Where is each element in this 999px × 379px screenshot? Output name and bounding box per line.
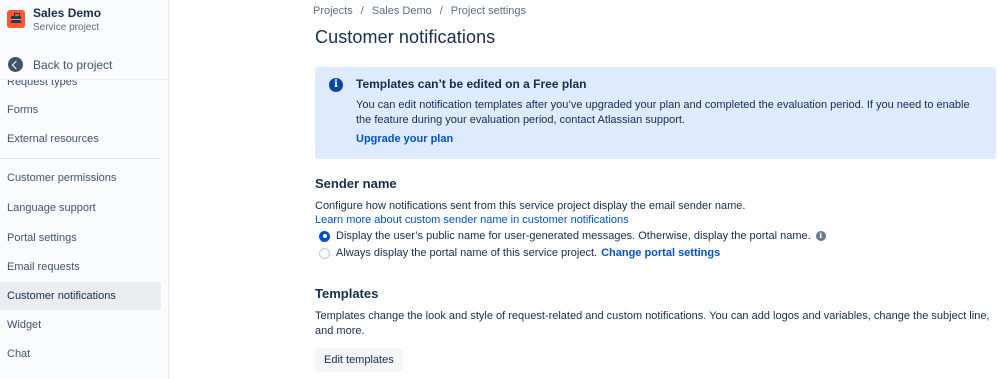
sender-option-label: Display the user’s public name for user-… (336, 230, 811, 242)
radio-unchecked[interactable] (319, 247, 330, 259)
sidebar-item-label: Customer notifications (7, 290, 116, 302)
sidebar-item-label: Chat (7, 348, 31, 360)
project-type: Service project (33, 22, 100, 33)
breadcrumb-project[interactable]: Sales Demo (372, 5, 432, 17)
banner-title: Templates can’t be edited on a Free plan (356, 77, 587, 91)
sidebar: Sales Demo Service project Request types… (0, 0, 169, 379)
info-icon[interactable]: i (815, 231, 826, 241)
templates-description: Templates change the look and style of r… (315, 310, 990, 337)
back-to-project-link[interactable]: Back to project (0, 50, 168, 80)
sidebar-item-label: External resources (7, 133, 99, 145)
edit-templates-button[interactable]: Edit templates (315, 348, 403, 372)
change-portal-settings-link[interactable]: Change portal settings (601, 247, 720, 259)
project-avatar (7, 10, 25, 28)
sidebar-item-external-resources[interactable]: External resources (0, 125, 161, 153)
sidebar-item-label: Email requests (7, 261, 80, 273)
page-title: Customer notifications (315, 27, 496, 47)
radio-checked[interactable] (319, 230, 330, 242)
sidebar-item-widget[interactable]: Widget (0, 311, 161, 339)
sidebar-item-label: Portal settings (7, 232, 77, 244)
sender-option-portal-name[interactable]: Always display the portal name of this s… (319, 247, 720, 259)
upgrade-plan-link[interactable]: Upgrade your plan (356, 133, 453, 145)
sidebar-item-chat[interactable]: Chat (0, 340, 161, 368)
sidebar-divider (0, 158, 161, 159)
sender-name-heading: Sender name (315, 176, 397, 191)
sidebar-item-language-support[interactable]: Language support (0, 194, 161, 222)
learn-more-link[interactable]: Learn more about custom sender name in c… (315, 213, 629, 228)
banner-body: You can edit notification templates afte… (356, 99, 970, 126)
breadcrumb-separator: / (360, 5, 364, 17)
breadcrumb: Projects / Sales Demo / Project settings (313, 5, 526, 17)
sender-name-description: Configure how notifications sent from th… (315, 200, 746, 212)
project-header[interactable]: Sales Demo Service project (7, 6, 101, 34)
breadcrumb-projects[interactable]: Projects (313, 5, 353, 17)
info-icon: i (329, 78, 343, 92)
arrow-left-icon (8, 57, 23, 72)
briefcase-icon (11, 13, 21, 23)
breadcrumb-project-settings[interactable]: Project settings (451, 5, 526, 17)
sidebar-item-customer-notifications[interactable]: Customer notifications (0, 282, 161, 310)
project-name: Sales Demo (33, 6, 102, 20)
templates-heading: Templates (315, 286, 379, 301)
sidebar-item-forms[interactable]: Forms (0, 96, 161, 124)
sidebar-item-portal-settings[interactable]: Portal settings (0, 224, 161, 252)
sidebar-item-label: Language support (7, 202, 96, 214)
sidebar-item-label: Widget (7, 319, 42, 331)
sender-option-public-name[interactable]: Display the user’s public name for user-… (319, 230, 826, 242)
info-banner: i Templates can’t be edited on a Free pl… (315, 67, 996, 159)
sidebar-item-label: Customer permissions (7, 172, 117, 184)
breadcrumb-separator: / (439, 5, 443, 17)
back-label: Back to project (33, 57, 113, 72)
sidebar-item-label: Forms (7, 104, 39, 116)
sidebar-item-customer-permissions[interactable]: Customer permissions (0, 164, 161, 192)
sender-option-label: Always display the portal name of this s… (336, 247, 598, 259)
sidebar-item-email-requests[interactable]: Email requests (0, 253, 161, 281)
